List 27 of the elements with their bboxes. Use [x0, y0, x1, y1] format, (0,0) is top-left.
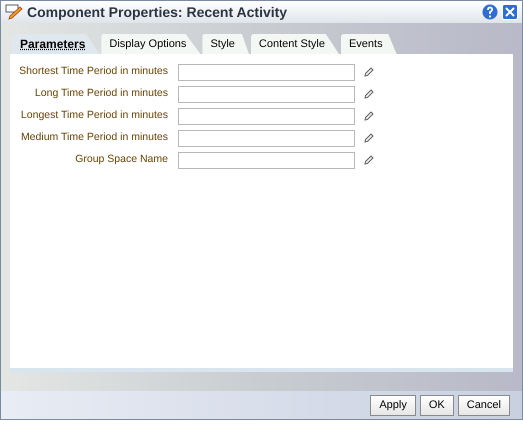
field-label: Group Space Name	[74, 152, 168, 168]
field-label: Long Time Period in minutes	[34, 86, 168, 102]
field-label: Shortest Time Period in minutes	[18, 64, 168, 80]
help-icon[interactable]	[482, 4, 498, 20]
input-field[interactable]	[178, 108, 355, 124]
tab[interactable]: Display Options	[101, 34, 200, 54]
pencil-icon[interactable]	[364, 111, 374, 121]
tab[interactable]: Style	[202, 34, 249, 54]
pencil-icon[interactable]	[364, 155, 374, 165]
pencil-icon[interactable]	[364, 89, 374, 99]
pencil-icon[interactable]	[364, 67, 374, 77]
tab[interactable]: Content Style	[250, 34, 339, 54]
tab[interactable]: Events	[340, 34, 397, 54]
input-field[interactable]	[178, 152, 355, 168]
tab[interactable]: Parameters	[12, 34, 100, 54]
dialog-button[interactable]: OK	[420, 394, 454, 416]
input-field[interactable]	[178, 64, 355, 80]
dialog-button[interactable]: Apply	[370, 394, 416, 416]
input-field[interactable]	[178, 130, 355, 146]
input-field[interactable]	[178, 86, 355, 102]
dialog-button[interactable]: Cancel	[458, 394, 510, 416]
close-icon[interactable]	[502, 4, 518, 20]
field-label: Longest Time Period in minutes	[20, 108, 168, 124]
window-title: Component Properties: Recent Activity	[27, 2, 288, 22]
pencil-logo-icon	[5, 4, 23, 20]
field-label: Medium Time Period in minutes	[20, 130, 168, 146]
pencil-icon[interactable]	[364, 133, 374, 143]
